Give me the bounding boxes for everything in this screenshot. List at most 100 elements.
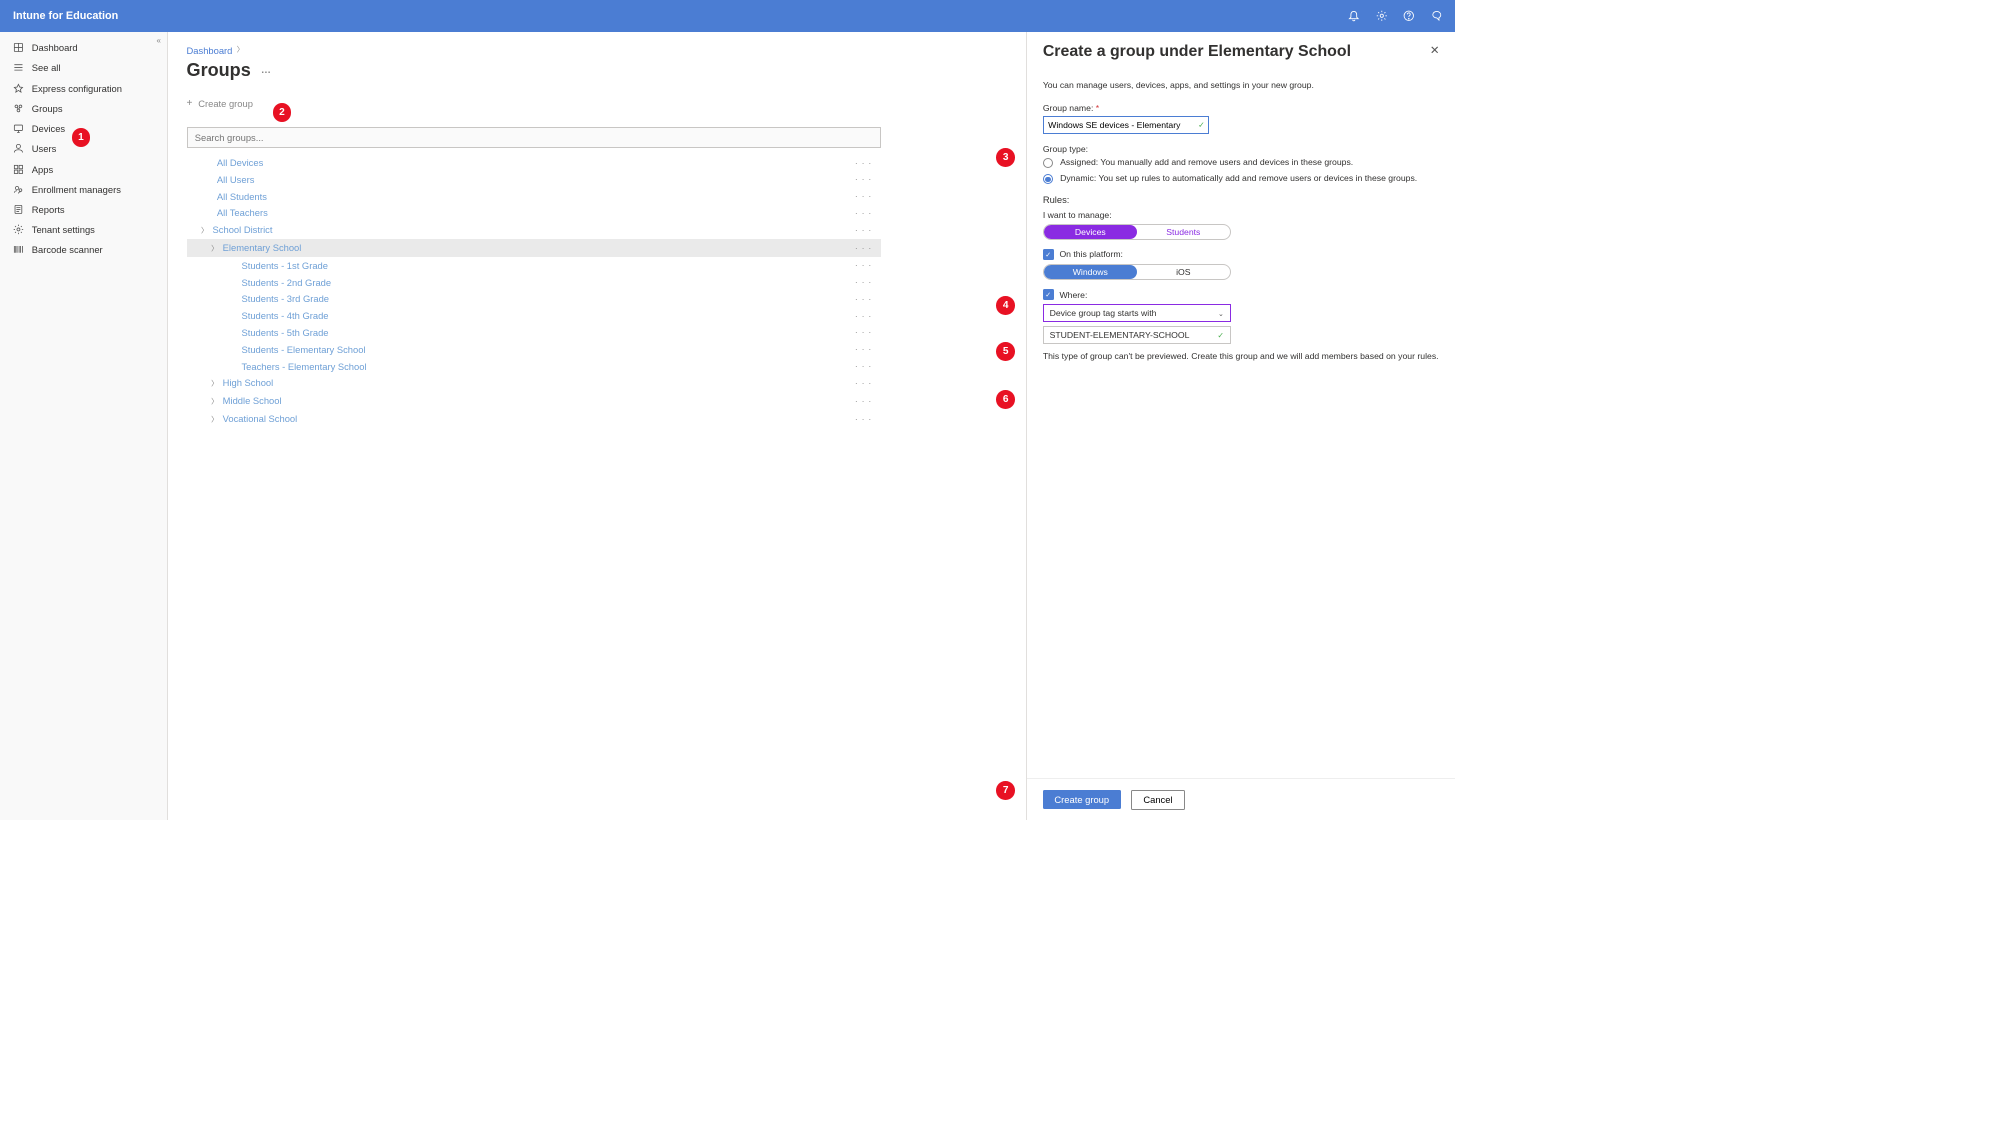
sidebar-item-enrollment-managers[interactable]: Enrollment managers xyxy=(0,179,167,199)
manage-toggle[interactable]: Devices Students xyxy=(1043,224,1231,240)
page-more-icon[interactable]: … xyxy=(261,65,272,76)
radio-dynamic[interactable]: Dynamic: You set up rules to automatical… xyxy=(1043,173,1440,184)
row-more-icon[interactable]: · · · xyxy=(855,260,872,270)
checkmark-icon: ✓ xyxy=(1217,331,1224,340)
sidebar-collapse-icon[interactable]: « xyxy=(157,36,161,45)
sidebar-item-express-configuration[interactable]: Express configuration xyxy=(0,78,167,98)
chevron-right-icon[interactable]: 〉 xyxy=(211,244,220,254)
row-more-icon[interactable]: · · · xyxy=(855,294,872,304)
group-row[interactable]: Students - 2nd Grade· · · xyxy=(187,274,881,291)
group-label: All Devices xyxy=(217,157,263,168)
breadcrumb[interactable]: Dashboard 〉 xyxy=(187,45,1008,56)
group-row[interactable]: 〉Vocational School· · · xyxy=(187,410,881,428)
gear-icon[interactable] xyxy=(1376,10,1388,22)
sidebar-item-barcode-scanner[interactable]: Barcode scanner xyxy=(0,240,167,260)
row-more-icon[interactable]: · · · xyxy=(855,225,872,235)
nav-icon xyxy=(13,143,25,155)
row-more-icon[interactable]: · · · xyxy=(855,344,872,354)
group-row[interactable]: Teachers - Elementary School· · · xyxy=(187,358,881,375)
row-more-icon[interactable]: · · · xyxy=(855,243,872,253)
row-more-icon[interactable]: · · · xyxy=(855,158,872,168)
group-row[interactable]: Students - 3rd Grade · · · xyxy=(187,290,881,307)
notifications-icon[interactable] xyxy=(1348,10,1360,22)
sidebar-item-tenant-settings[interactable]: Tenant settings xyxy=(0,220,167,240)
sidebar-item-label: Express configuration xyxy=(32,83,122,94)
sidebar-item-apps[interactable]: Apps xyxy=(0,159,167,179)
row-more-icon[interactable]: · · · xyxy=(855,414,872,424)
nav-icon xyxy=(13,123,25,135)
platform-toggle[interactable]: Windows iOS xyxy=(1043,264,1231,280)
group-name-input[interactable] xyxy=(1043,116,1209,134)
help-icon[interactable] xyxy=(1403,10,1415,22)
group-row[interactable]: All Students· · · xyxy=(187,188,881,205)
radio-assigned-label: Assigned: You manually add and remove us… xyxy=(1060,157,1353,167)
row-more-icon[interactable]: · · · xyxy=(855,378,872,388)
close-icon[interactable]: ✕ xyxy=(1430,43,1440,57)
sidebar-item-groups[interactable]: Groups xyxy=(0,98,167,118)
platform-ios-option[interactable]: iOS xyxy=(1137,265,1230,279)
row-more-icon[interactable]: · · · xyxy=(855,361,872,371)
manage-students-option[interactable]: Students xyxy=(1137,225,1230,239)
checkbox-icon[interactable]: ✓ xyxy=(1043,289,1054,300)
row-more-icon[interactable]: · · · xyxy=(855,277,872,287)
platform-windows-option[interactable]: Windows xyxy=(1044,265,1137,279)
sidebar-item-dashboard[interactable]: Dashboard xyxy=(0,38,167,58)
group-label: High School xyxy=(223,377,274,388)
row-more-icon[interactable]: · · · xyxy=(855,208,872,218)
where-condition-value: Device group tag starts with xyxy=(1050,308,1157,318)
sidebar-item-label: Groups xyxy=(32,103,63,114)
create-group-submit-button[interactable]: Create group xyxy=(1043,790,1121,810)
group-label: Students - 3rd Grade xyxy=(241,293,329,304)
sidebar-item-reports[interactable]: Reports xyxy=(0,199,167,219)
create-group-button[interactable]: + Create group xyxy=(187,98,1008,109)
group-label: Students - 4th Grade xyxy=(241,310,328,321)
cancel-button[interactable]: Cancel xyxy=(1131,790,1185,810)
groups-tree: All Devices· · ·All Users· · ·All Studen… xyxy=(187,154,881,428)
chevron-right-icon[interactable]: 〉 xyxy=(211,415,220,425)
search-groups-input[interactable] xyxy=(187,127,881,149)
group-label: All Users xyxy=(217,174,255,185)
chevron-right-icon[interactable]: 〉 xyxy=(201,226,210,236)
manage-label: I want to manage: xyxy=(1043,210,1440,220)
chevron-right-icon[interactable]: 〉 xyxy=(211,397,220,407)
group-row[interactable]: All Teachers· · · xyxy=(187,205,881,222)
chevron-right-icon[interactable]: 〉 xyxy=(211,379,220,389)
group-row[interactable]: Students - Elementary School· · · xyxy=(187,341,881,358)
feedback-icon[interactable] xyxy=(1431,10,1443,22)
group-row[interactable]: Students - 4th Grade · · · xyxy=(187,307,881,324)
breadcrumb-root[interactable]: Dashboard xyxy=(187,45,233,56)
group-row[interactable]: Students - 5th Grade· · · xyxy=(187,324,881,341)
checkbox-icon[interactable]: ✓ xyxy=(1043,249,1054,260)
nav-icon xyxy=(13,244,25,256)
row-more-icon[interactable]: · · · xyxy=(855,191,872,201)
where-value-input[interactable]: STUDENT-ELEMENTARY-SCHOOL ✓ xyxy=(1043,326,1231,344)
group-row[interactable]: 〉Elementary School· · · xyxy=(187,239,881,257)
callout-7: 7 xyxy=(996,781,1015,800)
row-more-icon[interactable]: · · · xyxy=(855,396,872,406)
callout-3: 3 xyxy=(996,148,1015,167)
sidebar-item-see-all[interactable]: See all xyxy=(0,58,167,78)
group-label: Students - 1st Grade xyxy=(241,260,328,271)
where-condition-select[interactable]: Device group tag starts with ⌄ xyxy=(1043,304,1231,322)
group-row[interactable]: 〉School District· · · xyxy=(187,221,881,239)
sidebar-item-label: Tenant settings xyxy=(32,224,95,235)
group-row[interactable]: All Users · · · xyxy=(187,171,881,188)
group-row[interactable]: 〉High School · · · xyxy=(187,374,881,392)
sidebar-item-label: See all xyxy=(32,62,61,73)
radio-assigned[interactable]: Assigned: You manually add and remove us… xyxy=(1043,157,1440,168)
chevron-right-icon: 〉 xyxy=(237,45,244,55)
row-more-icon[interactable]: · · · xyxy=(855,327,872,337)
group-row[interactable]: 〉Middle School· · · xyxy=(187,392,881,410)
group-row[interactable]: Students - 1st Grade · · · xyxy=(187,257,881,274)
group-type-label: Group type: xyxy=(1043,144,1440,154)
nav-icon xyxy=(13,183,25,195)
row-more-icon[interactable]: · · · xyxy=(855,174,872,184)
group-row[interactable]: All Devices · · · xyxy=(187,154,881,171)
sidebar-item-label: Apps xyxy=(32,164,53,175)
row-more-icon[interactable]: · · · xyxy=(855,311,872,321)
panel-title: Create a group under Elementary School xyxy=(1043,43,1351,61)
where-value-text: STUDENT-ELEMENTARY-SCHOOL xyxy=(1050,330,1190,340)
manage-devices-option[interactable]: Devices xyxy=(1044,225,1137,239)
group-name-label: Group name: * xyxy=(1043,103,1440,113)
platform-label: On this platform: xyxy=(1059,249,1123,259)
